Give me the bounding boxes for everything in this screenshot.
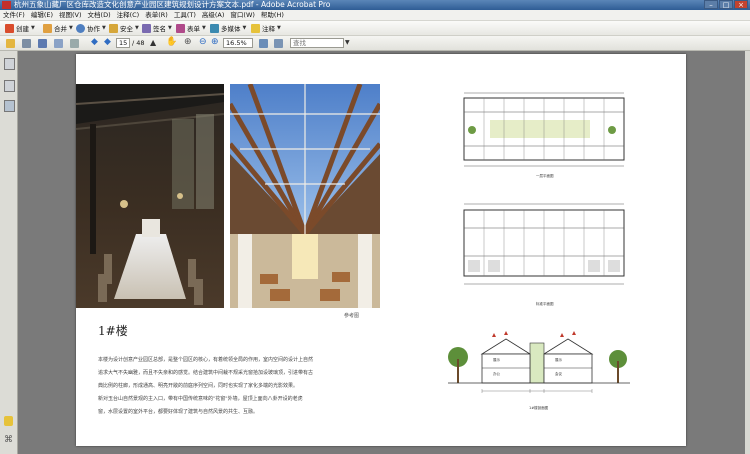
close-button[interactable]: × bbox=[734, 0, 748, 9]
collaborate-label: 协作 bbox=[87, 25, 100, 33]
menu-edit[interactable]: 编辑(E) bbox=[28, 10, 56, 20]
next-page-icon[interactable]: ◆ bbox=[104, 37, 111, 47]
multimedia-label: 多媒体 bbox=[221, 25, 241, 33]
section-label-3: 展示 bbox=[555, 358, 562, 362]
description-text: 本楼为设计创意产业园区总部，是整个园区的核心，有着统领全局的作用，室内空间的设计… bbox=[98, 354, 428, 419]
lock-icon bbox=[109, 23, 118, 33]
zoom-in-icon[interactable]: ⊕ bbox=[211, 37, 219, 47]
collaborate-button[interactable]: 协作 ▼ bbox=[76, 23, 106, 33]
title-bar: 杭州五象山藏厂区仓库改造文化创意产业园区建筑规划设计方案文本.pdf - Ado… bbox=[0, 0, 750, 10]
vertical-scrollbar[interactable] bbox=[745, 51, 750, 454]
paragraph-line-3: 典比例的柱廊，形成通高、明亮开敞的前庭序列空间，同时也实现了家化多端的光影效果。 bbox=[98, 383, 299, 389]
standard-floor-plan bbox=[463, 203, 625, 285]
multimedia-button[interactable]: 多媒体 ▼ bbox=[210, 23, 246, 33]
zoom-out-icon[interactable]: ⊖ bbox=[199, 37, 207, 47]
search-placeholder: 查找 bbox=[293, 39, 306, 47]
paragraph-line-1: 本楼为设计创意产业园区总部，是整个园区的核心，有着统领全局的作用，室内空间的设计… bbox=[98, 357, 314, 363]
menu-tools[interactable]: 工具(T) bbox=[171, 10, 199, 20]
sign-button[interactable]: 签名 ▼ bbox=[142, 23, 172, 33]
upload-icon[interactable] bbox=[70, 39, 79, 48]
standard-floor-plan-caption: 标准平面图 bbox=[536, 302, 554, 306]
reference-image-caption: 参考图 bbox=[344, 313, 360, 319]
paragraph-line-5: 窗，水层设置的室外平台，都要好体现了建筑与自然风景的共生、互融。 bbox=[98, 409, 259, 415]
marquee-zoom-icon[interactable]: ⊕ bbox=[184, 37, 192, 47]
ground-floor-plan-caption: 一层平面图 bbox=[536, 174, 554, 178]
window-title: 杭州五象山藏厂区仓库改造文化创意产业园区建筑规划设计方案文本.pdf - Ado… bbox=[14, 0, 331, 9]
bookmarks-panel-icon[interactable] bbox=[4, 80, 15, 92]
secure-button[interactable]: 安全 ▼ bbox=[109, 23, 139, 33]
acrobat-app-icon bbox=[2, 1, 11, 9]
secure-label: 安全 bbox=[120, 25, 133, 33]
building-heading: 1#楼 bbox=[98, 324, 128, 338]
select-cursor-icon[interactable]: ▲ bbox=[150, 38, 156, 47]
pages-panel-icon[interactable] bbox=[4, 58, 15, 70]
forms-button[interactable]: 表单 ▼ bbox=[176, 23, 206, 33]
window-controls: – □ × bbox=[704, 0, 748, 10]
paragraph-line-2: 追求大气不失幽雅，而且不失亲和的感觉。结合建筑中间裁不规采光窗拾加设玻璃顶，引进… bbox=[98, 370, 314, 376]
menu-window[interactable]: 窗口(W) bbox=[227, 10, 258, 20]
create-label: 创建 bbox=[16, 25, 29, 33]
combine-button[interactable]: 合并 ▼ bbox=[43, 23, 73, 33]
paragraph-line-4: 新对玉台山自然景观的主入口，带有中国传统意味的"花窗"外墙，屋顶上面向八卦开设的… bbox=[98, 396, 303, 402]
page-total: / 48 bbox=[132, 39, 145, 47]
attachments-panel-icon[interactable]: ⌘ bbox=[4, 435, 13, 445]
menu-document[interactable]: 文档(D) bbox=[85, 10, 114, 20]
open-folder-icon[interactable] bbox=[6, 39, 15, 48]
create-pdf-icon bbox=[5, 23, 14, 33]
search-input[interactable]: 查找 bbox=[290, 38, 344, 48]
restaurant-interior-photo bbox=[76, 84, 224, 308]
menu-file[interactable]: 文件(F) bbox=[0, 10, 28, 20]
menu-bar: 文件(F) 编辑(E) 视图(V) 文档(D) 注释(C) 表单(R) 工具(T) 高级(A)… bbox=[0, 10, 750, 21]
menu-forms[interactable]: 表单(R) bbox=[142, 10, 171, 20]
navigation-toolbar: ◆ ◆ 15 / 48 ▲ ✋ ⊕ ⊖ ⊕ 16.5% 查找 ▼ bbox=[0, 36, 750, 51]
minimize-button[interactable]: – bbox=[704, 0, 718, 9]
section-label-4: 会议 bbox=[555, 372, 562, 376]
print-icon[interactable] bbox=[22, 39, 31, 48]
create-button[interactable]: 创建 ▼ bbox=[5, 23, 35, 33]
comment-label: 注释 bbox=[262, 25, 275, 33]
comment-button[interactable]: 注释 ▼ bbox=[251, 23, 281, 33]
menu-view[interactable]: 视图(V) bbox=[56, 10, 85, 20]
form-icon bbox=[176, 23, 185, 33]
previous-page-icon[interactable]: ◆ bbox=[91, 37, 98, 47]
zoom-select[interactable]: 16.5% bbox=[223, 38, 253, 48]
zoom-value: 16.5% bbox=[226, 39, 247, 47]
comment-icon bbox=[251, 23, 260, 33]
combine-icon bbox=[43, 23, 52, 33]
collaborate-icon bbox=[76, 23, 85, 33]
signatures-panel-icon[interactable] bbox=[4, 100, 15, 112]
page-number-input[interactable]: 15 bbox=[116, 38, 130, 48]
film-icon bbox=[210, 23, 219, 33]
pen-icon bbox=[142, 23, 151, 33]
forms-label: 表单 bbox=[187, 25, 200, 33]
search-dropdown-icon[interactable]: ▼ bbox=[345, 39, 350, 46]
menu-advanced[interactable]: 高级(A) bbox=[199, 10, 228, 20]
menu-comments[interactable]: 注释(C) bbox=[114, 10, 143, 20]
skylight-atrium-photo bbox=[230, 84, 380, 308]
sign-label: 签名 bbox=[153, 25, 166, 33]
building-section-drawing bbox=[448, 331, 630, 393]
navigation-pane: ⌘ bbox=[0, 51, 18, 454]
maximize-button[interactable]: □ bbox=[719, 0, 733, 9]
menu-help[interactable]: 帮助(H) bbox=[258, 10, 287, 20]
task-toolbar: 创建 ▼ 合并 ▼ 协作 ▼ 安全 ▼ 签名 ▼ 表单 ▼ 多媒体 ▼ 注释 ▼ bbox=[0, 21, 750, 36]
pdf-page: 参考图 1#楼 本楼为设计创意产业园区总部，是整个园区的核心，有着统领全局的作用… bbox=[76, 54, 686, 446]
section-label-1: 展示 bbox=[493, 358, 500, 362]
fit-width-icon[interactable] bbox=[274, 39, 283, 48]
save-icon[interactable] bbox=[38, 39, 47, 48]
section-caption: 1#楼剖面图 bbox=[529, 406, 549, 410]
hand-tool-icon[interactable]: ✋ bbox=[166, 37, 177, 47]
section-label-2: 办公 bbox=[493, 372, 500, 376]
combine-label: 合并 bbox=[54, 25, 67, 33]
fit-page-icon[interactable] bbox=[259, 39, 268, 48]
ground-floor-plan bbox=[463, 92, 625, 167]
email-icon[interactable] bbox=[54, 39, 63, 48]
comments-panel-icon[interactable] bbox=[4, 416, 13, 426]
